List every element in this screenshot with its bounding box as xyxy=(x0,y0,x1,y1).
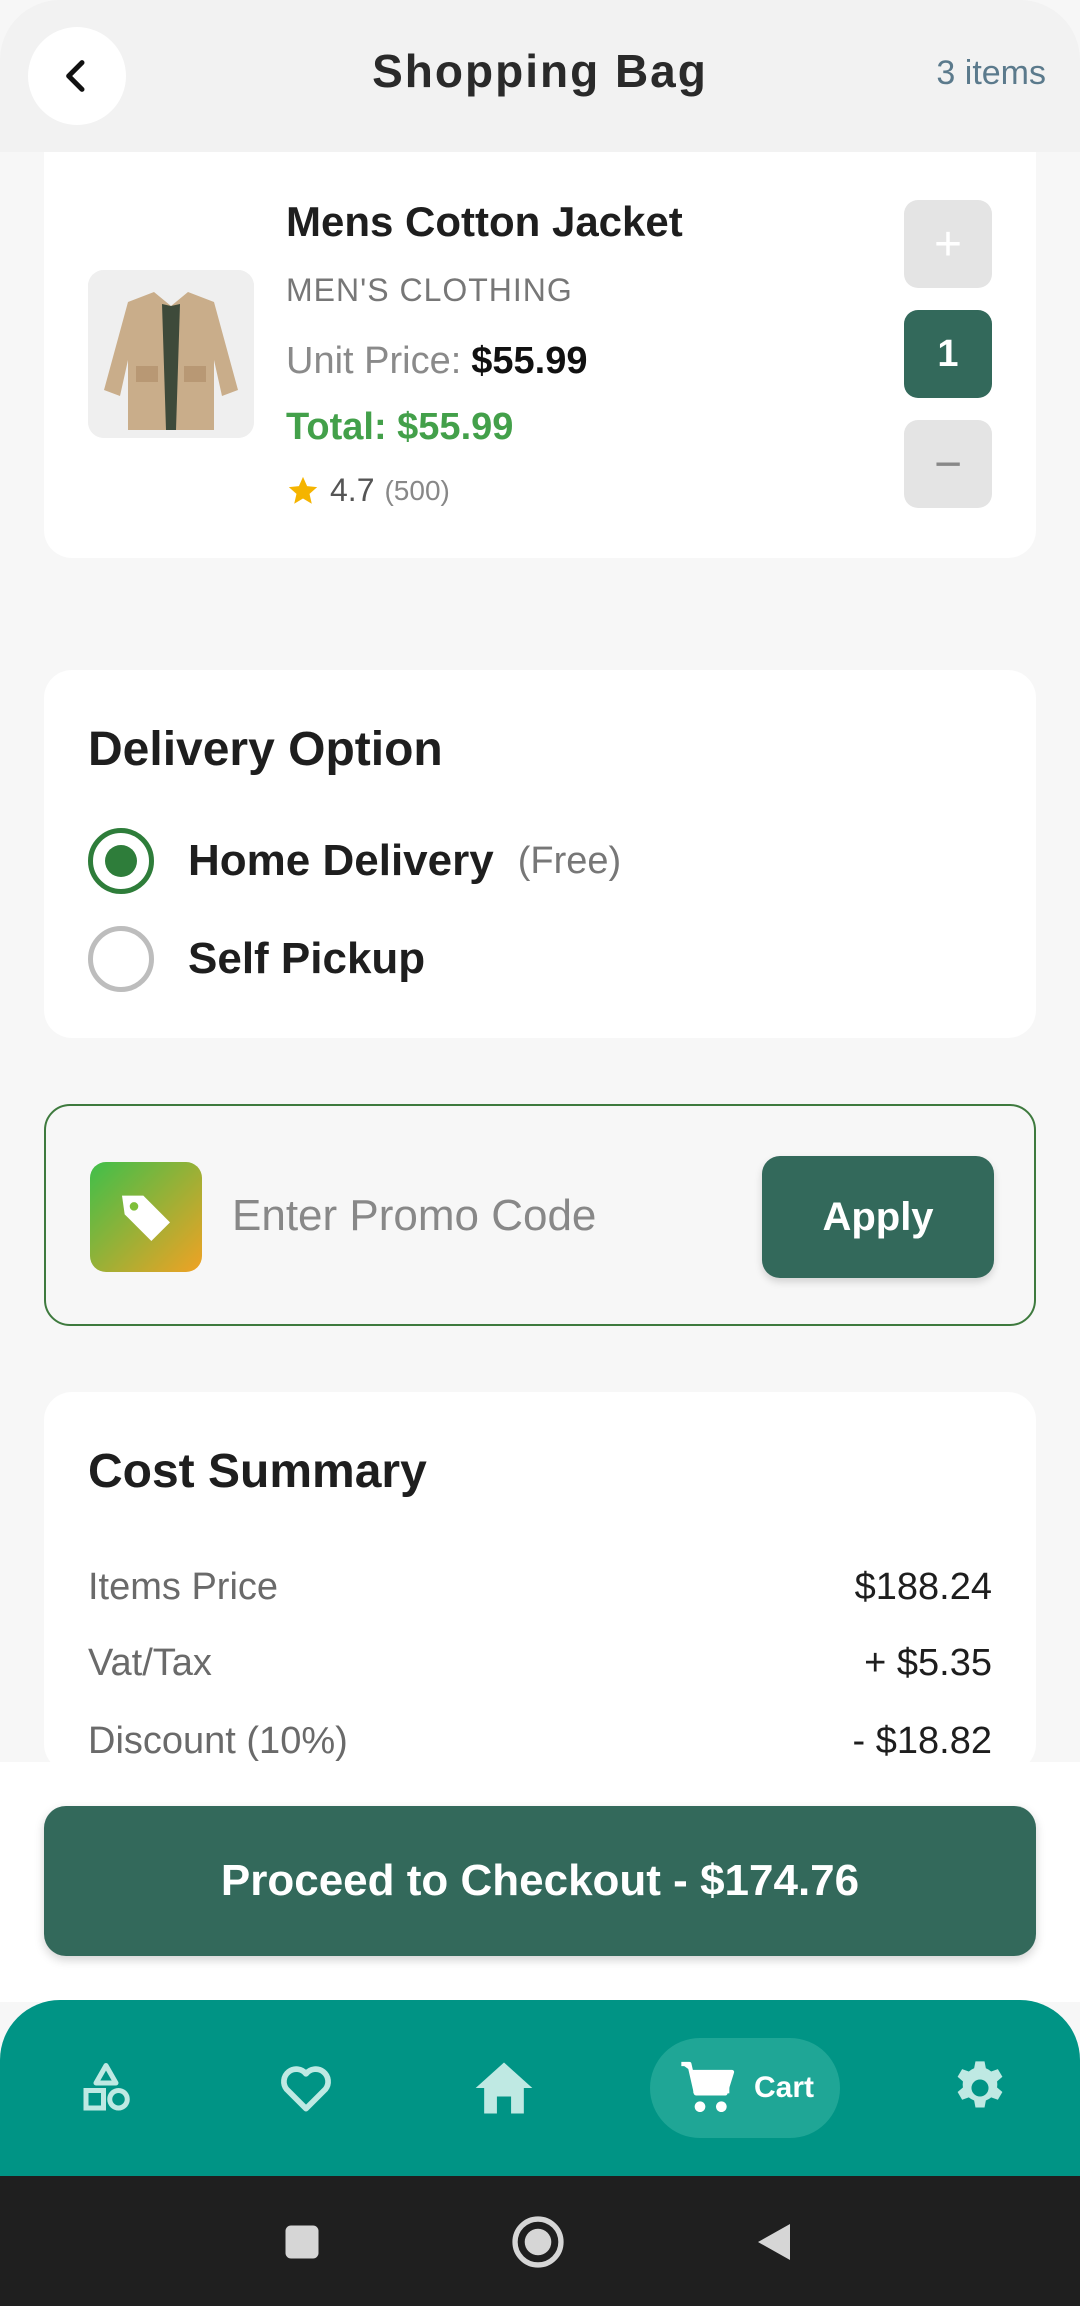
unit-price: Unit Price: $55.99 xyxy=(286,340,588,383)
quantity-value: 1 xyxy=(904,310,992,398)
recents-button[interactable] xyxy=(272,2212,332,2272)
jacket-image xyxy=(88,270,254,438)
increase-quantity-button[interactable]: + xyxy=(904,200,992,288)
product-name[interactable]: Mens Cotton Jacket xyxy=(286,198,683,246)
product-category: MEN'S CLOTHING xyxy=(286,272,573,308)
nav-settings[interactable] xyxy=(930,2038,1030,2138)
radio-unselected-icon[interactable] xyxy=(88,926,154,992)
promo-code-box: Apply xyxy=(44,1104,1036,1326)
rating-value: 4.7 xyxy=(330,472,375,508)
nav-cart-label: Cart xyxy=(753,2071,814,2104)
bottom-navigation: Cart xyxy=(0,2000,1080,2176)
gear-icon xyxy=(957,2061,1003,2108)
cost-value: - $18.82 xyxy=(852,1720,992,1762)
apply-button[interactable]: Apply xyxy=(762,1156,994,1278)
nav-categories[interactable] xyxy=(56,2038,156,2138)
cost-label: Discount (10%) xyxy=(88,1720,348,1762)
decrease-quantity-button[interactable]: − xyxy=(904,420,992,508)
cart-item-card: Mens Cotton Jacket MEN'S CLOTHING Unit P… xyxy=(44,152,1036,558)
delivery-option-home[interactable]: Home Delivery (Free) xyxy=(88,828,621,894)
radio-selected-icon[interactable] xyxy=(88,828,154,894)
delivery-title: Delivery Option xyxy=(88,723,443,776)
home-button[interactable] xyxy=(508,2212,568,2272)
page-title: Shopping Bag xyxy=(372,45,708,97)
cost-label: Vat/Tax xyxy=(88,1642,212,1684)
app-header: Shopping Bag 3 items xyxy=(0,0,1080,152)
nav-favorites[interactable] xyxy=(256,2038,356,2138)
cost-row: Discount (10%) - $18.82 xyxy=(88,1720,992,1763)
plus-icon: + xyxy=(933,217,963,271)
cost-value: + $5.35 xyxy=(864,1642,992,1684)
categories-icon xyxy=(83,2063,130,2111)
cost-label: Items Price xyxy=(88,1566,279,1608)
system-navigation-bar xyxy=(0,2176,1080,2306)
delivery-option-label: Self Pickup xyxy=(188,934,426,983)
cart-icon xyxy=(681,2061,735,2112)
back-system-button[interactable] xyxy=(744,2212,804,2272)
home-icon xyxy=(475,2062,533,2114)
tag-icon xyxy=(90,1162,202,1272)
cost-summary-card: Cost Summary Items Price $188.24 Vat/Tax… xyxy=(44,1392,1036,1772)
nav-home[interactable] xyxy=(454,2038,554,2138)
delivery-option-note: (Free) xyxy=(517,839,622,882)
minus-icon: − xyxy=(933,437,963,491)
delivery-option-card: Delivery Option Home Delivery (Free) Sel… xyxy=(44,670,1036,1038)
promo-code-input[interactable] xyxy=(232,1178,732,1254)
unit-price-value: $55.99 xyxy=(471,340,588,382)
cost-value: $188.24 xyxy=(854,1566,992,1608)
delivery-option-pickup[interactable]: Self Pickup xyxy=(88,926,425,992)
item-total: Total: $55.99 xyxy=(286,406,514,448)
nav-cart[interactable]: Cart xyxy=(650,2038,840,2138)
rating-count: (500) xyxy=(384,474,450,506)
cost-row: Vat/Tax + $5.35 xyxy=(88,1642,992,1685)
product-rating: 4.7 (500) xyxy=(286,472,450,509)
cost-summary-title: Cost Summary xyxy=(88,1445,427,1498)
circle-icon xyxy=(512,2216,564,2268)
product-image[interactable] xyxy=(88,270,254,438)
item-count: 3 items xyxy=(936,54,1046,92)
heart-icon xyxy=(281,2066,331,2112)
square-icon xyxy=(285,2225,319,2259)
delivery-option-label: Home Delivery xyxy=(188,836,494,885)
checkout-button[interactable]: Proceed to Checkout - $174.76 xyxy=(44,1806,1036,1956)
cost-row: Items Price $188.24 xyxy=(88,1566,992,1609)
unit-price-label: Unit Price: xyxy=(286,340,462,382)
triangle-back-icon xyxy=(758,2224,790,2260)
star-icon xyxy=(288,476,318,504)
